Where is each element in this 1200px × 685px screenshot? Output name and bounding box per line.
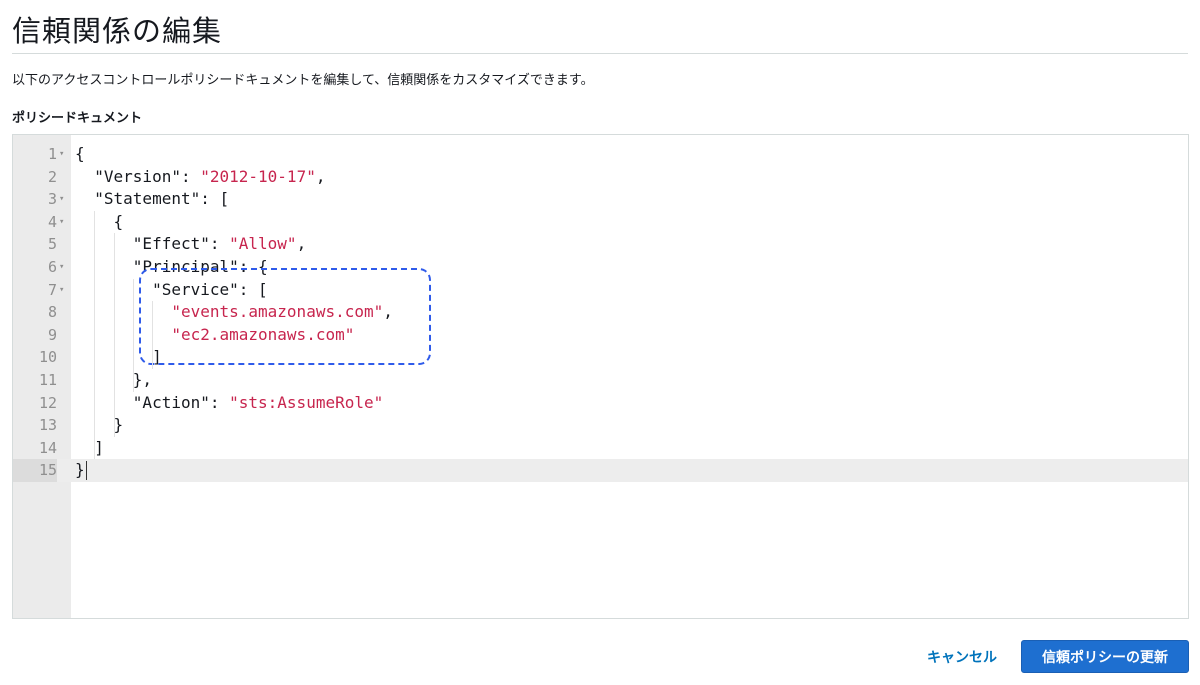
policy-document-label: ポリシードキュメント [12, 111, 143, 126]
punctuation-token [75, 325, 171, 344]
punctuation-token: , [315, 166, 326, 186]
string-token: "2012-10-17" [200, 166, 316, 186]
line-number: 2 [47, 167, 57, 186]
code-line[interactable]: 8 "events.amazonaws.com", [13, 301, 1188, 324]
punctuation-token [75, 167, 94, 186]
code-line[interactable]: 13 } [13, 414, 1188, 437]
punctuation-token: , [296, 234, 307, 254]
code-text: "Effect": "Allow", [75, 233, 306, 256]
line-number: 11 [38, 370, 57, 389]
code-text: "Version": "2012-10-17", [75, 166, 325, 189]
punctuation-token: : { [238, 256, 268, 276]
punctuation-token: } [75, 415, 124, 435]
code-text: "Action": "sts:AssumeRole" [75, 392, 383, 415]
line-number: 15 [13, 459, 57, 482]
key-token: "Principal" [132, 256, 239, 276]
code-line[interactable]: 2 "Version": "2012-10-17", [13, 166, 1188, 189]
line-number: 4 [47, 212, 57, 231]
line-number: 8 [47, 303, 57, 322]
code-text: "Service": [ [75, 279, 268, 302]
indent-guide [113, 233, 115, 437]
punctuation-token: { [75, 144, 85, 163]
policy-code-editor[interactable]: 1 ▾{2 "Version": "2012-10-17", 3 ▾ "Stateme… [12, 134, 1189, 619]
code-line[interactable]: 3 ▾ "Statement": [ [13, 188, 1188, 211]
code-line[interactable]: 1 ▾ { [13, 143, 1188, 166]
line-number: 6 [47, 257, 57, 276]
code-area[interactable]: 1 ▾{2 "Version": "2012-10-17", 3 ▾ "Stateme… [13, 143, 1188, 482]
text-cursor [85, 461, 87, 480]
string-token: "ec2.amazonaws.com" [171, 324, 355, 344]
string-token: "sts:AssumeRole" [229, 392, 384, 412]
update-trust-policy-button[interactable]: 信頼ポリシーの更新 [1021, 640, 1189, 673]
indent-guide [94, 210, 96, 460]
code-text: } [75, 414, 124, 437]
fold-toggle-icon[interactable]: ▾ [59, 211, 64, 234]
code-line[interactable]: 14 ] [13, 437, 1188, 460]
line-number: 14 [38, 438, 57, 457]
page-title: 信頼関係の編集 [12, 14, 223, 48]
line-number: 13 [38, 416, 57, 435]
key-token: "Service" [152, 279, 239, 299]
punctuation-token [75, 234, 133, 253]
code-text: "Principal": { [75, 256, 268, 279]
code-line[interactable]: 9 "ec2.amazonaws.com" [13, 324, 1188, 347]
key-token: "Effect" [132, 234, 210, 254]
code-text: ] [75, 437, 104, 460]
punctuation-token [75, 393, 133, 412]
line-number: 9 [47, 325, 57, 344]
line-number: 1 [47, 145, 57, 163]
key-token: "Version" [94, 166, 181, 186]
line-number: 10 [38, 348, 57, 367]
code-text: "ec2.amazonaws.com" [75, 324, 354, 347]
title-divider [12, 53, 1188, 54]
punctuation-token: , [383, 302, 393, 322]
key-token: "Statement" [94, 189, 201, 209]
code-text: "Statement": [ [75, 188, 229, 211]
line-number: 5 [47, 235, 57, 254]
code-line[interactable]: 5 "Effect": "Allow", [13, 233, 1188, 256]
code-line[interactable]: 10 ] [13, 346, 1188, 369]
punctuation-token [75, 302, 171, 321]
line-number: 12 [38, 393, 57, 412]
punctuation-token [75, 189, 94, 208]
fold-toggle-icon[interactable]: ▾ [59, 188, 64, 211]
code-text: "events.amazonaws.com", [75, 301, 393, 324]
punctuation-token: : [209, 392, 230, 412]
punctuation-token: { [75, 211, 124, 231]
code-text: ] [75, 346, 162, 369]
string-token: "Allow" [229, 234, 297, 254]
fold-toggle-icon[interactable]: ▾ [59, 256, 64, 279]
code-line[interactable]: 7 ▾ "Service": [ [13, 279, 1188, 302]
punctuation-token: } [75, 460, 85, 480]
code-line[interactable]: 15} [13, 459, 1188, 482]
punctuation-token: ] [75, 347, 162, 367]
code-text: { [75, 211, 124, 234]
code-line[interactable]: 12 "Action": "sts:AssumeRole" [13, 392, 1188, 415]
fold-toggle-icon[interactable]: ▾ [59, 279, 64, 302]
punctuation-token: : [209, 234, 230, 254]
string-token: "events.amazonaws.com" [171, 302, 384, 322]
code-line[interactable]: 11 }, [13, 369, 1188, 392]
punctuation-token: ] [75, 437, 104, 457]
punctuation-token: : [180, 166, 201, 186]
line-number: 3 [47, 190, 57, 209]
indent-guide [132, 278, 134, 392]
indent-guide [152, 301, 154, 369]
code-text: { [75, 143, 85, 166]
code-line[interactable]: 4 ▾ { [13, 211, 1188, 234]
code-text: } [75, 459, 85, 482]
punctuation-token: : [ [200, 189, 230, 209]
key-token: "Action" [132, 392, 210, 412]
fold-toggle-icon[interactable]: ▾ [59, 143, 64, 166]
line-number: 7 [47, 280, 57, 299]
punctuation-token: : [ [238, 279, 268, 299]
cancel-button[interactable]: キャンセル [915, 642, 1009, 672]
page-description: 以下のアクセスコントロールポリシードキュメントを編集して、信頼関係をカスタマイズ… [12, 73, 594, 88]
code-line[interactable]: 6 ▾ "Principal": { [13, 256, 1188, 279]
punctuation-token [75, 257, 133, 276]
